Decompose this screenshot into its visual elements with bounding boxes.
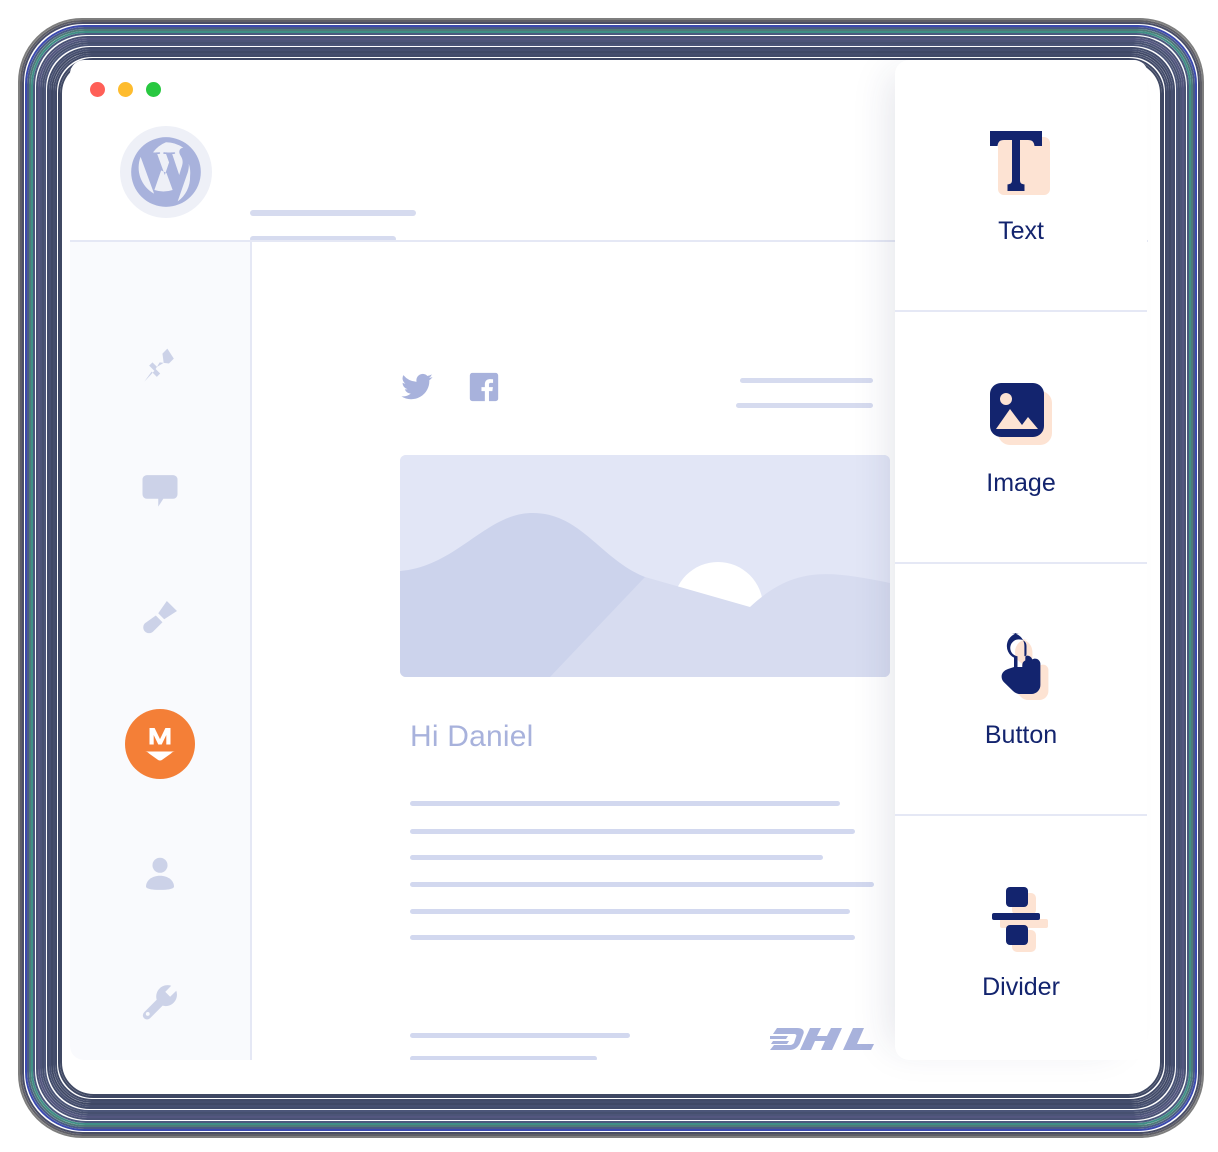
block-item-text[interactable]: Text <box>895 60 1147 310</box>
divider-block-icon <box>982 881 1060 959</box>
email-footer-line <box>410 1033 630 1038</box>
block-item-image[interactable]: Image <box>895 310 1147 562</box>
email-body-line <box>410 801 840 806</box>
block-label: Divider <box>978 973 1068 1008</box>
email-greeting: Hi Daniel <box>410 720 534 753</box>
email-body-line <box>410 909 850 914</box>
twitter-icon[interactable] <box>400 370 434 404</box>
close-button[interactable] <box>90 82 105 97</box>
email-body-line <box>410 882 874 887</box>
email-body-line <box>410 829 855 834</box>
sidebar-item-comments[interactable] <box>70 458 250 522</box>
email-header-bar <box>740 378 873 383</box>
sidebar <box>70 242 252 1060</box>
block-label: Text <box>994 217 1052 252</box>
email-footer-line <box>410 1056 597 1060</box>
email-body-line <box>410 855 823 860</box>
paintbrush-icon <box>143 601 177 634</box>
image-block-icon <box>982 377 1060 455</box>
pin-icon <box>144 348 174 382</box>
social-links <box>400 370 501 404</box>
wordpress-icon <box>120 126 212 218</box>
minimize-button[interactable] <box>118 82 133 97</box>
sidebar-item-appearance[interactable] <box>70 586 250 650</box>
mailpoet-icon <box>125 709 195 779</box>
sidebar-item-tools[interactable] <box>70 970 250 1034</box>
facebook-icon[interactable] <box>467 370 501 404</box>
block-label: Button <box>981 721 1066 756</box>
user-icon <box>146 857 174 890</box>
block-item-button[interactable]: Button <box>895 562 1147 814</box>
sidebar-item-pin[interactable] <box>70 334 250 398</box>
header-placeholder-bar <box>250 210 416 216</box>
block-item-divider[interactable]: Divider <box>895 814 1147 1066</box>
email-header-bar <box>736 403 873 408</box>
sidebar-item-users[interactable] <box>70 842 250 906</box>
maximize-button[interactable] <box>146 82 161 97</box>
wrench-icon <box>142 985 177 1020</box>
blocks-panel: Text Image Button Divider <box>895 60 1147 1060</box>
sidebar-item-mailpoet[interactable] <box>70 709 250 779</box>
text-block-icon <box>982 125 1060 203</box>
comment-icon <box>142 475 178 507</box>
dhl-logo <box>770 1024 882 1054</box>
button-block-icon <box>982 629 1060 707</box>
email-body-line <box>410 935 855 940</box>
block-label: Image <box>982 469 1065 504</box>
hero-image-placeholder[interactable] <box>400 455 890 677</box>
